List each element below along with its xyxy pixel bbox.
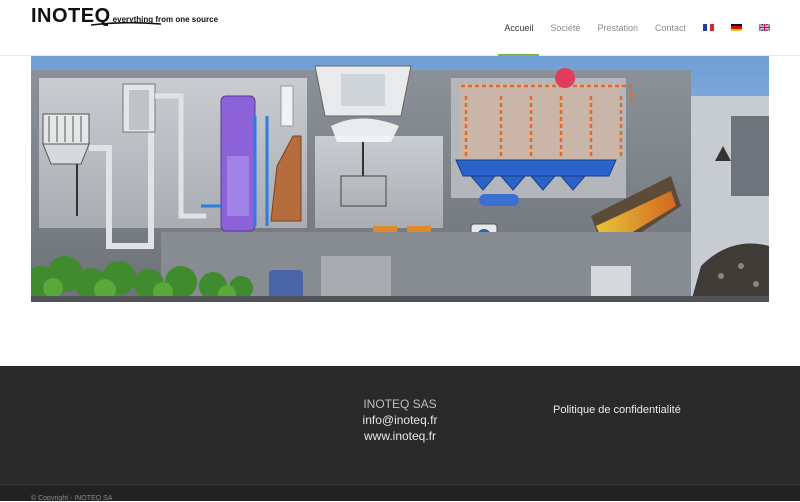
nav-item-prestation[interactable]: Prestation [597, 0, 638, 55]
flag-germany-icon[interactable] [731, 24, 742, 31]
main-navigation: Accueil Société Prestation Contact [487, 0, 770, 56]
email-link[interactable]: info@inoteq.fr [300, 412, 500, 428]
footer-contact-block: INOTEQ SAS info@inoteq.fr www.inoteq.fr [300, 396, 500, 444]
company-name: INOTEQ SAS [363, 397, 437, 411]
industrial-plant-illustration [31, 56, 769, 302]
site-footer: INOTEQ SAS info@inoteq.fr www.inoteq.fr … [0, 366, 800, 500]
nav-item-accueil[interactable]: Accueil [498, 0, 540, 56]
copyright-text: © Copyright - INOTEQ SA [31, 495, 113, 502]
privacy-policy-link[interactable]: Politique de confidentialité [553, 404, 681, 416]
flag-france-icon[interactable] [703, 24, 715, 31]
flag-uk-icon[interactable] [759, 24, 770, 31]
site-header: INOTEQ everything from one source Accuei… [0, 0, 800, 56]
footer-socket: © Copyright - INOTEQ SA [0, 484, 800, 502]
website-link[interactable]: www.inoteq.fr [300, 428, 500, 444]
nav-item-societe[interactable]: Société [550, 0, 580, 55]
logo-swoosh-icon [91, 21, 161, 26]
hero-image [31, 56, 769, 302]
nav-item-contact[interactable]: Contact [655, 0, 686, 55]
logo[interactable]: INOTEQ everything from one source [31, 4, 218, 26]
